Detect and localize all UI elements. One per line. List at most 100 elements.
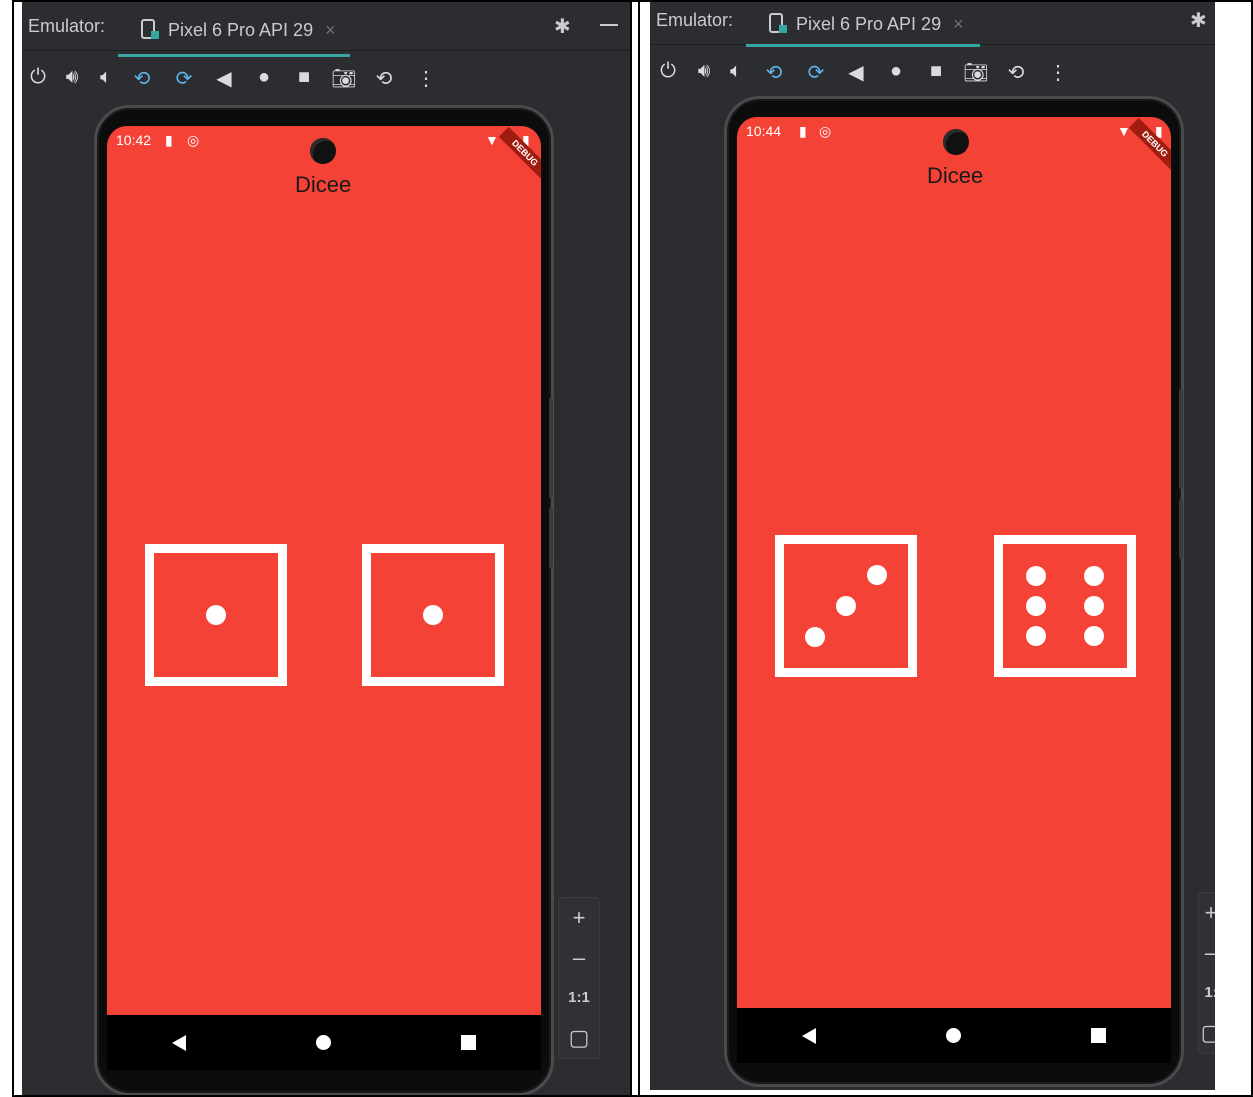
android-navbar: [107, 1015, 541, 1070]
debug-banner: DEBUG: [498, 126, 541, 180]
app-title: Dicee: [295, 172, 352, 197]
sync-icon: ◎: [819, 123, 832, 139]
debug-banner: DEBUG: [1128, 117, 1171, 171]
nav-home-button[interactable]: [946, 1028, 961, 1043]
pip: [805, 627, 825, 647]
left-die[interactable]: [145, 544, 287, 686]
home-icon[interactable]: ●: [250, 66, 278, 89]
gear-icon[interactable]: ✱: [554, 14, 571, 39]
wifi-icon: ▼: [485, 132, 499, 148]
power-icon[interactable]: ⏻: [24, 66, 52, 89]
phone-frame: 10:42 ▮ ◎ ▼ ▮ DEBUG Dicee: [94, 105, 554, 1096]
wifi-icon: ▼: [1117, 123, 1131, 139]
emulator-panel-left: Emulator: Pixel 6 Pro API 29 × ✱ ⏻ 🔊︎ 🔈︎…: [22, 2, 630, 1097]
zoom-controls: + – 1:1 ▢: [558, 897, 600, 1059]
emulator-tab-bar: Emulator: Pixel 6 Pro API 29 × ✱: [22, 2, 630, 57]
pip: [867, 565, 887, 585]
sd-card-icon: ▮: [799, 123, 807, 139]
tab-pixel-6-pro[interactable]: Pixel 6 Pro API 29 ×: [140, 12, 336, 48]
rotate-left-icon[interactable]: ⟲: [760, 60, 788, 85]
phone-frame: 10:44 ▮ ◎ ▼ ▮ DEBUG Dicee: [724, 96, 1184, 1087]
camera-cutout: [943, 129, 969, 155]
tab-label: Pixel 6 Pro API 29: [796, 13, 942, 34]
more-icon[interactable]: ⋮: [412, 66, 440, 91]
zoom-in-button[interactable]: +: [559, 898, 599, 938]
device-icon: [140, 18, 162, 42]
android-navbar: [737, 1008, 1171, 1063]
camera-icon[interactable]: 📷︎: [962, 60, 990, 85]
table-border-left: [12, 0, 14, 1097]
device-screen[interactable]: 10:44 ▮ ◎ ▼ ▮ DEBUG Dicee: [737, 117, 1171, 1063]
volume-side-button: [1179, 499, 1183, 559]
left-die[interactable]: [775, 535, 917, 677]
home-icon[interactable]: ●: [882, 60, 910, 83]
zoom-in-button[interactable]: +: [1199, 893, 1215, 933]
camera-cutout: [310, 138, 336, 164]
status-time: 10:42: [116, 132, 152, 148]
volume-up-icon[interactable]: 🔊︎: [690, 60, 718, 83]
tab-pixel-6-pro[interactable]: Pixel 6 Pro API 29 ×: [768, 6, 964, 42]
nav-recents-button[interactable]: [1091, 1028, 1106, 1043]
pip: [206, 605, 226, 625]
zoom-out-button[interactable]: –: [1199, 933, 1215, 973]
table-border-mid-2: [638, 0, 640, 1097]
back-icon[interactable]: ◀: [842, 60, 870, 85]
emulator-toolbar: ⏻ 🔊︎ 🔈︎ ⟲ ⟳ ◀ ● ■ 📷︎ ⟲ ⋮: [650, 44, 1215, 100]
back-icon[interactable]: ◀: [210, 66, 238, 91]
fit-screen-icon[interactable]: ▢: [559, 1018, 599, 1058]
sd-card-icon: ▮: [165, 132, 173, 148]
pip: [423, 605, 443, 625]
rotate-right-icon[interactable]: ⟳: [170, 66, 198, 91]
volume-side-button: [549, 508, 553, 568]
rotate-left-icon[interactable]: ⟲: [128, 66, 156, 91]
more-icon[interactable]: ⋮: [1044, 60, 1072, 85]
camera-icon[interactable]: 📷︎: [330, 66, 358, 91]
pip: [1026, 596, 1047, 616]
emulator-panel-right: Emulator: Pixel 6 Pro API 29 × ✱ ⏻ 🔊︎ 🔈︎…: [650, 2, 1215, 1090]
pip: [1083, 566, 1104, 587]
close-icon[interactable]: ×: [953, 14, 964, 35]
snapshot-icon[interactable]: ⟲: [370, 66, 398, 91]
nav-recents-button[interactable]: [461, 1035, 476, 1050]
pip: [1083, 596, 1104, 616]
zoom-actual-size-button[interactable]: 1:1: [559, 978, 599, 1018]
device-icon: [768, 12, 790, 36]
emulator-label: Emulator:: [28, 16, 106, 36]
minimize-icon[interactable]: [600, 24, 618, 26]
close-icon[interactable]: ×: [325, 20, 336, 41]
device-screen[interactable]: 10:42 ▮ ◎ ▼ ▮ DEBUG Dicee: [107, 126, 541, 1070]
zoom-out-button[interactable]: –: [559, 938, 599, 978]
pip: [1026, 625, 1047, 646]
emulator-tab-bar: Emulator: Pixel 6 Pro API 29 × ✱: [650, 2, 1215, 47]
zoom-actual-size-button[interactable]: 1:: [1199, 973, 1215, 1013]
left-cell: Emulator: Pixel 6 Pro API 29 × ✱ ⏻ 🔊︎ 🔈︎…: [0, 0, 1253, 1097]
right-die[interactable]: [362, 544, 504, 686]
volume-down-icon[interactable]: 🔈︎: [722, 60, 750, 83]
gear-icon[interactable]: ✱: [1190, 8, 1207, 33]
nav-back-button[interactable]: [172, 1034, 186, 1051]
right-die[interactable]: [994, 535, 1136, 677]
snapshot-icon[interactable]: ⟲: [1002, 60, 1030, 85]
zoom-controls: + – 1: ▢: [1198, 892, 1215, 1054]
emulator-toolbar: ⏻ 🔊︎ 🔈︎ ⟲ ⟳ ◀ ● ■ 📷︎ ⟲ ⋮: [22, 50, 630, 106]
overview-icon[interactable]: ■: [922, 60, 950, 83]
right-cell: Emulator: Pixel 6 Pro API 29 × ✱ ⏻ 🔊︎ 🔈︎…: [632, 0, 1253, 1097]
app-title: Dicee: [927, 163, 984, 188]
pip: [836, 596, 856, 616]
rotate-right-icon[interactable]: ⟳: [802, 60, 830, 85]
power-side-button: [1179, 389, 1183, 489]
nav-home-button[interactable]: [316, 1035, 331, 1050]
fit-screen-icon[interactable]: ▢: [1199, 1013, 1215, 1053]
pip: [1026, 566, 1047, 587]
nav-back-button[interactable]: [802, 1027, 816, 1044]
sync-icon: ◎: [187, 132, 200, 148]
volume-down-icon[interactable]: 🔈︎: [92, 66, 120, 89]
volume-up-icon[interactable]: 🔊︎: [58, 66, 86, 89]
emulator-label: Emulator:: [656, 10, 734, 30]
overview-icon[interactable]: ■: [290, 66, 318, 89]
power-icon[interactable]: ⏻: [654, 60, 682, 83]
tab-label: Pixel 6 Pro API 29: [168, 19, 314, 40]
pip: [1083, 625, 1104, 646]
status-time: 10:44: [746, 123, 782, 139]
power-side-button: [549, 398, 553, 498]
